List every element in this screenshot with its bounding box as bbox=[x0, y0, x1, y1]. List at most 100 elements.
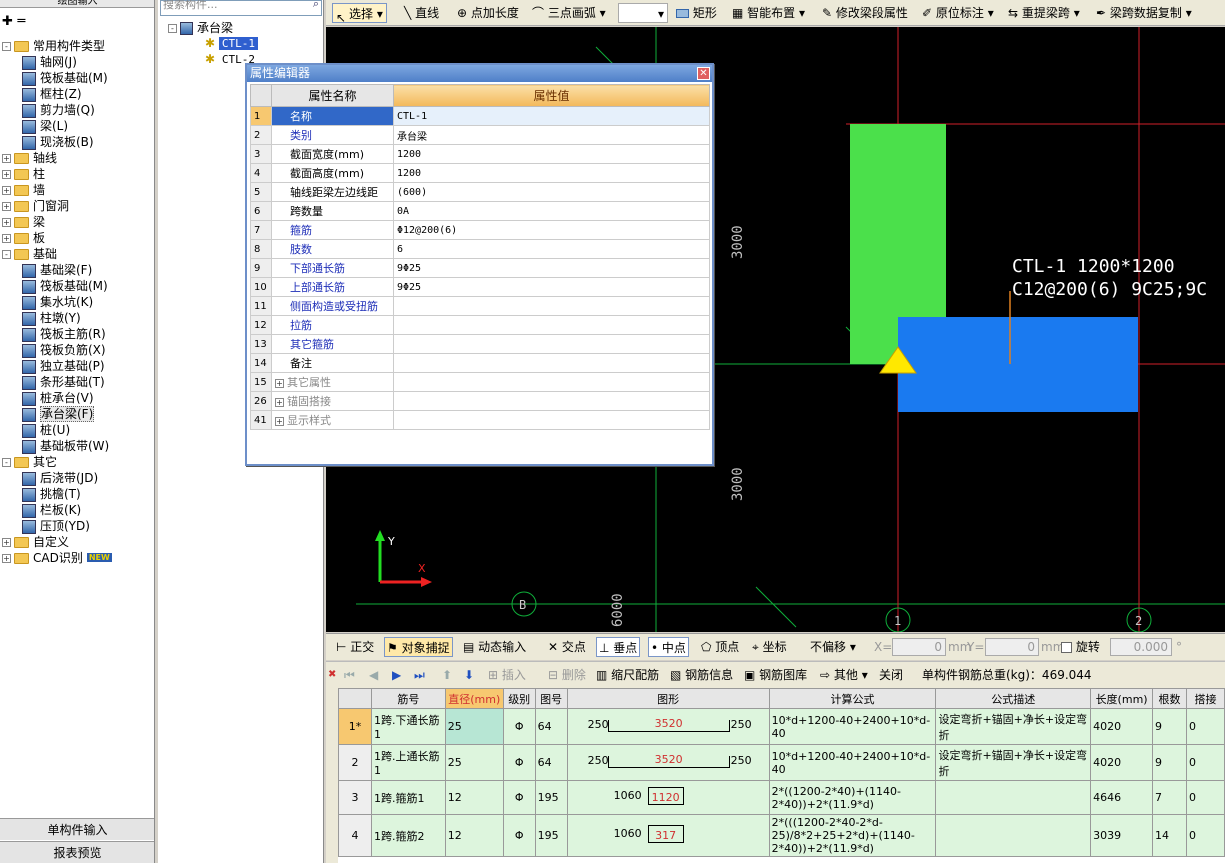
tree-item[interactable]: - 基础 bbox=[2, 246, 57, 262]
property-value[interactable] bbox=[393, 315, 710, 335]
object-snap-toggle[interactable]: ⚑ 对象捕捉 bbox=[384, 637, 453, 657]
col-header[interactable]: 长度(mm) bbox=[1090, 688, 1154, 709]
tree-item[interactable]: 筏板主筋(R) bbox=[22, 326, 106, 342]
property-row[interactable]: 26 + 锚固搭接 bbox=[250, 391, 710, 411]
tree-item[interactable]: 集水坑(K) bbox=[22, 294, 93, 310]
shape-cell[interactable]: 1060 317 bbox=[566, 814, 770, 857]
expand-icon[interactable]: + bbox=[2, 186, 11, 195]
tree-item[interactable]: 筏板负筋(X) bbox=[22, 342, 106, 358]
close-grid-button[interactable]: 关闭 bbox=[879, 665, 903, 685]
search-icon[interactable]: ⌕ bbox=[313, 0, 319, 9]
formula-desc-cell[interactable]: 设定弯折+锚固+净长+设定弯折 bbox=[935, 708, 1092, 745]
line-button[interactable]: ╲ 直线 bbox=[404, 3, 439, 23]
col-header[interactable]: 根数 bbox=[1152, 688, 1187, 709]
property-row[interactable]: 2 类别 承台梁 bbox=[250, 125, 710, 145]
formula-desc-cell[interactable] bbox=[935, 780, 1092, 815]
tree-item[interactable]: 筏板基础(M) bbox=[22, 70, 108, 86]
formula-cell[interactable]: 2*((1200-2*40)+(1140-2*40))+2*(11.9*d) bbox=[768, 780, 937, 815]
property-value[interactable]: Φ12@200(6) bbox=[393, 220, 710, 240]
tree-item[interactable]: + 墙 bbox=[2, 182, 45, 198]
lap-cell[interactable]: 0 bbox=[1185, 814, 1225, 857]
property-row[interactable]: 13 其它箍筋 bbox=[250, 334, 710, 354]
expand-icon[interactable]: + bbox=[2, 538, 11, 547]
select-button[interactable]: ↖ 选择 ▾ bbox=[332, 3, 387, 25]
formula-cell[interactable]: 2*(((1200-2*40-2*d-25)/8*2+25+2*d)+(1140… bbox=[768, 814, 937, 857]
expand-icon[interactable]: + bbox=[275, 378, 284, 388]
close-panel-icon[interactable]: ✖ bbox=[328, 665, 336, 685]
report-preview-button[interactable]: 报表预览 bbox=[0, 841, 154, 863]
property-value[interactable] bbox=[393, 410, 710, 430]
vertex-snap[interactable]: ⬠ 顶点 bbox=[701, 637, 739, 657]
drawing-input-tab[interactable]: 绘图输入 bbox=[0, 0, 154, 8]
arc-mode-select[interactable]: ▾ bbox=[618, 3, 668, 23]
move-up-icon[interactable]: ⬆ bbox=[442, 665, 452, 685]
tree-item[interactable]: 压顶(YD) bbox=[22, 518, 90, 534]
count-cell[interactable]: 7 bbox=[1152, 780, 1187, 815]
perpendicular-snap[interactable]: ⊥ 垂点 bbox=[596, 637, 641, 657]
tree-item[interactable]: 条形基础(T) bbox=[22, 374, 105, 390]
span-data-copy-button[interactable]: ✒ 梁跨数据复制 ▾ bbox=[1096, 3, 1192, 23]
tree-item[interactable]: - 常用构件类型 bbox=[2, 38, 105, 54]
first-record-icon[interactable]: ⏮ bbox=[344, 665, 355, 685]
property-row[interactable]: 11 侧面构造或受扭筋 bbox=[250, 296, 710, 316]
expand-icon[interactable]: + bbox=[2, 202, 11, 211]
property-value[interactable]: 9Φ25 bbox=[393, 258, 710, 278]
table-row[interactable]: 2 1跨.上通长筋1 25 Φ 64 250 3520 250 10*d+1200-40+240… bbox=[338, 744, 1225, 781]
rebar-name-cell[interactable]: 1跨.下通长筋1 bbox=[370, 708, 446, 745]
last-record-icon[interactable]: ⏭ bbox=[414, 665, 425, 685]
tree-item[interactable]: 挑檐(T) bbox=[22, 486, 81, 502]
table-row[interactable]: 3 1跨.箍筋1 12 Φ 195 1060 1120 2*((1200-2*40)+(114… bbox=[338, 780, 1225, 815]
diameter-cell[interactable]: 25 bbox=[444, 744, 504, 781]
tree-item[interactable]: 桩承台(V) bbox=[22, 390, 94, 406]
tree-item[interactable]: + 门窗洞 bbox=[2, 198, 69, 214]
component-item-ctl-1[interactable]: ✱ CTL-1 bbox=[205, 36, 259, 50]
tree-item[interactable]: + 自定义 bbox=[2, 534, 69, 550]
tree-item[interactable]: 后浇带(JD) bbox=[22, 470, 98, 486]
tree-item[interactable]: + 板 bbox=[2, 230, 45, 246]
point-length-button[interactable]: ⊕ 点加长度 bbox=[457, 3, 519, 23]
diameter-cell[interactable]: 12 bbox=[444, 780, 504, 815]
col-header[interactable]: 公式描述 bbox=[935, 688, 1092, 709]
expand-icon[interactable]: + bbox=[2, 154, 11, 163]
scale-rebar-button[interactable]: ▥ 缩尺配筋 bbox=[596, 665, 659, 685]
col-header[interactable]: 计算公式 bbox=[768, 688, 937, 709]
expand-icon[interactable]: ✚ bbox=[2, 14, 13, 29]
tree-item[interactable]: + CAD识别 NEW bbox=[2, 550, 112, 566]
length-cell[interactable]: 4020 bbox=[1090, 744, 1154, 781]
property-value[interactable] bbox=[393, 391, 710, 411]
property-row[interactable]: 14 备注 bbox=[250, 353, 710, 373]
tree-item[interactable]: 基础梁(F) bbox=[22, 262, 92, 278]
tree-item[interactable]: 现浇板(B) bbox=[22, 134, 94, 150]
prev-record-icon[interactable]: ◀ bbox=[369, 665, 378, 685]
figure-no-cell[interactable]: 64 bbox=[534, 708, 568, 745]
collapse-icon[interactable]: - bbox=[2, 42, 11, 51]
property-value[interactable]: 9Φ25 bbox=[393, 277, 710, 297]
rebar-info-button[interactable]: ▧ 钢筋信息 bbox=[670, 665, 733, 685]
tree-item[interactable]: - 其它 bbox=[2, 454, 57, 470]
expand-icon[interactable]: + bbox=[2, 218, 11, 227]
expand-icon[interactable]: + bbox=[275, 416, 284, 426]
property-row[interactable]: 15 + 其它属性 bbox=[250, 372, 710, 392]
count-cell[interactable]: 9 bbox=[1152, 708, 1187, 745]
rebar-name-cell[interactable]: 1跨.箍筋2 bbox=[370, 814, 446, 857]
close-icon[interactable]: ✕ bbox=[697, 67, 710, 80]
count-cell[interactable]: 14 bbox=[1152, 814, 1187, 857]
property-row[interactable]: 4 截面高度(mm) 1200 bbox=[250, 163, 710, 183]
grade-cell[interactable]: Φ bbox=[502, 780, 536, 815]
delete-button[interactable]: ⊟ 删除 bbox=[548, 665, 586, 685]
search-input[interactable]: 搜索构件... ⌕ bbox=[160, 0, 322, 16]
property-value[interactable]: 承台梁 bbox=[393, 125, 710, 145]
rebar-name-cell[interactable]: 1跨.箍筋1 bbox=[370, 780, 446, 815]
midpoint-snap[interactable]: • 中点 bbox=[648, 637, 689, 657]
single-component-input-button[interactable]: 单构件输入 bbox=[0, 818, 154, 840]
tree-item[interactable]: + 柱 bbox=[2, 166, 45, 182]
col-header[interactable]: 搭接 bbox=[1185, 688, 1225, 709]
tree-item[interactable]: 轴网(J) bbox=[22, 54, 77, 70]
tree-item[interactable]: 基础板带(W) bbox=[22, 438, 109, 454]
tree-item[interactable]: 筏板基础(M) bbox=[22, 278, 108, 294]
col-header[interactable]: 直径(mm) bbox=[444, 688, 504, 709]
col-header[interactable]: 筋号 bbox=[370, 688, 446, 709]
rotate-checkbox[interactable]: 旋转 bbox=[1061, 637, 1100, 657]
tree-item[interactable]: + 梁 bbox=[2, 214, 45, 230]
rectangle-button[interactable]: 矩形 bbox=[676, 3, 717, 23]
